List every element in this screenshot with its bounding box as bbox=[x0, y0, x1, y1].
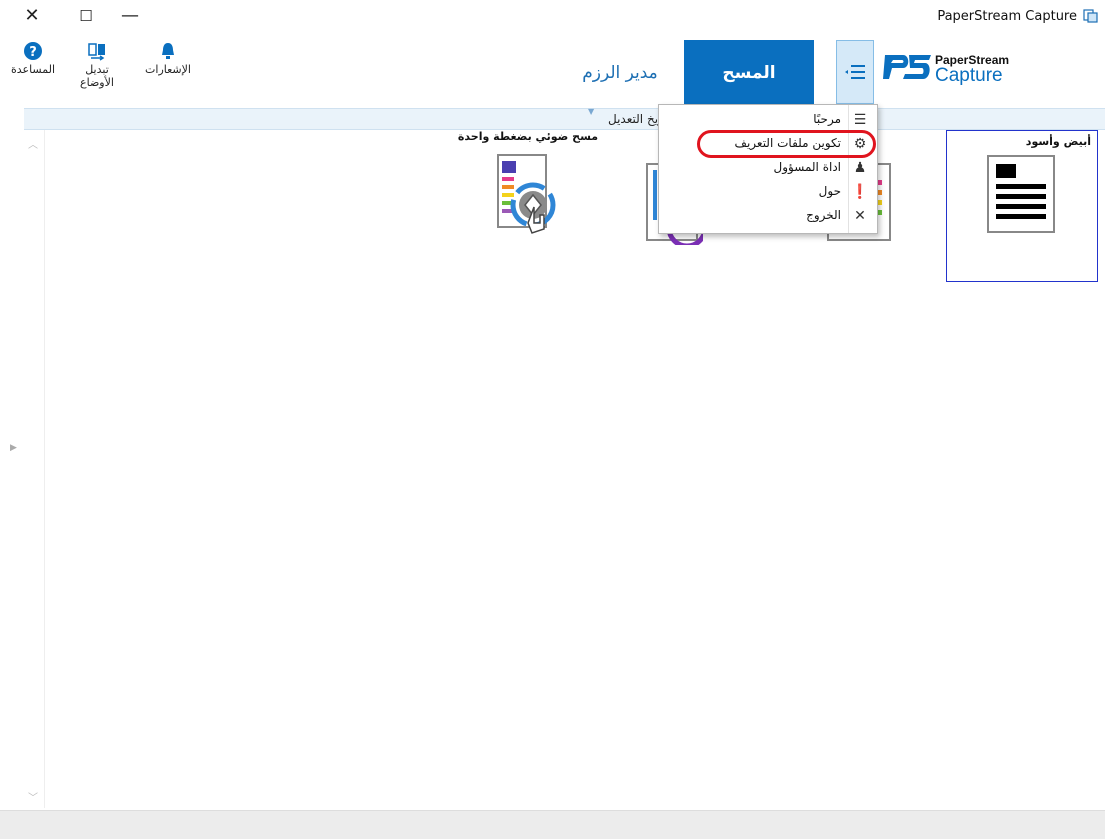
profile-black-white[interactable]: أبيض وأسود bbox=[946, 130, 1098, 282]
toolbar: ? المساعدة تبديل الأوضاع الإشعارات مدير … bbox=[0, 33, 1105, 106]
switch-mode-label: تبديل الأوضاع bbox=[80, 63, 114, 89]
paperstream-logo: PaperStream Capture bbox=[883, 53, 1009, 86]
switch-mode-button[interactable]: تبديل الأوضاع bbox=[70, 41, 124, 89]
scroll-down-icon[interactable]: ﹀ bbox=[28, 789, 38, 804]
profile-one-touch-scan[interactable]: مسح ضوئي بضغطة واحدة bbox=[446, 130, 610, 243]
menu-item-label: الخروج bbox=[806, 208, 841, 222]
status-bar bbox=[0, 810, 1105, 839]
menu-item-admin-tool[interactable]: ♟ اداة المسؤول bbox=[659, 157, 875, 179]
logo-line2: Capture bbox=[935, 65, 1003, 86]
menu-item-about[interactable]: ❗ حول bbox=[659, 181, 875, 203]
main-menu-dropdown: ☰ مرحبًا ⚙ تكوين ملفات التعريف ♟ اداة ال… bbox=[658, 104, 878, 234]
menu-item-label: حول bbox=[818, 184, 841, 198]
menu-button[interactable] bbox=[836, 40, 874, 104]
menu-item-welcome[interactable]: ☰ مرحبًا bbox=[659, 109, 875, 131]
black-white-document-icon bbox=[987, 155, 1055, 233]
svg-text:?: ? bbox=[29, 45, 37, 60]
scroll-up-icon[interactable]: ︿ bbox=[28, 136, 38, 151]
menu-item-label: اداة المسؤول bbox=[773, 160, 841, 174]
profile-label: مسح ضوئي بضغطة واحدة bbox=[457, 130, 599, 143]
help-label: المساعدة bbox=[10, 63, 56, 76]
switch-mode-icon bbox=[88, 43, 105, 61]
close-icon: ✕ bbox=[854, 208, 866, 224]
app-icon bbox=[1083, 9, 1098, 23]
window-title: PaperStream Capture bbox=[937, 9, 1077, 24]
window-close-button[interactable]: ✕ bbox=[19, 4, 45, 28]
profile-label: أبيض وأسود bbox=[1025, 135, 1091, 148]
profile-scrollbar[interactable]: ︿ ﹀ bbox=[24, 130, 45, 808]
window-minimize-button[interactable]: — bbox=[117, 4, 143, 28]
hamburger-menu-icon bbox=[845, 65, 865, 79]
one-touch-scan-icon bbox=[497, 154, 556, 234]
help-icon: ? bbox=[24, 42, 42, 60]
sort-column-header[interactable]: ▼ تاريخ التعديل bbox=[24, 107, 1105, 130]
bell-icon bbox=[162, 43, 174, 59]
sort-caret-icon: ▼ bbox=[588, 107, 595, 116]
title-bar: ✕ ☐ — PaperStream Capture bbox=[0, 0, 1105, 33]
menu-item-exit[interactable]: ✕ الخروج bbox=[659, 205, 875, 227]
help-button[interactable]: ? المساعدة bbox=[8, 41, 58, 76]
highlight-annotation bbox=[697, 130, 876, 158]
tab-scan[interactable]: المسح bbox=[684, 40, 814, 106]
info-icon: ❗ bbox=[851, 184, 869, 200]
list-icon: ☰ bbox=[853, 112, 867, 128]
menu-item-label: مرحبًا bbox=[813, 112, 841, 126]
notifications-button[interactable]: الإشعارات bbox=[140, 41, 196, 76]
tab-batch-manager[interactable]: مدير الرزم bbox=[557, 40, 683, 106]
admin-icon: ♟ bbox=[853, 160, 867, 176]
notifications-label: الإشعارات bbox=[145, 63, 191, 76]
side-panel-toggle-icon[interactable]: ▶ bbox=[10, 443, 17, 453]
window-maximize-button[interactable]: ☐ bbox=[73, 4, 99, 28]
